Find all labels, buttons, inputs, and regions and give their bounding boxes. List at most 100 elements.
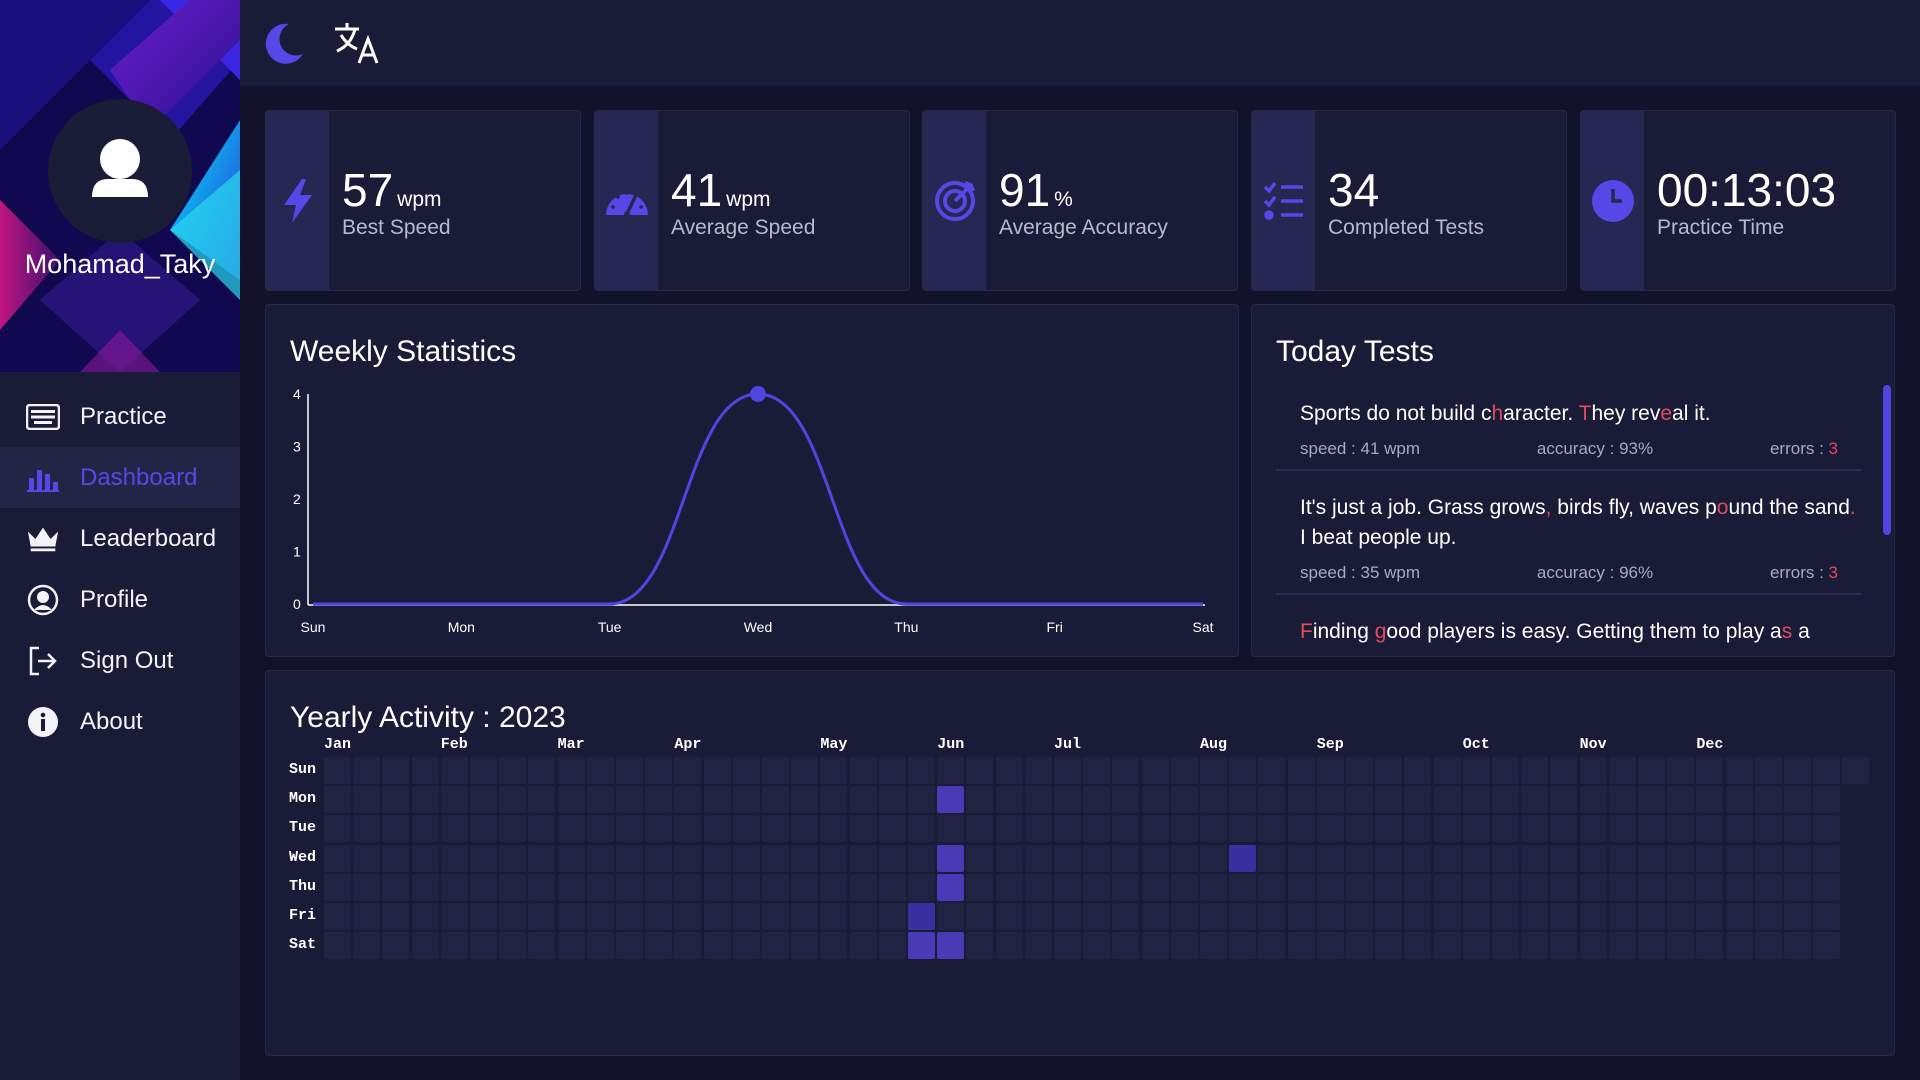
activity-cell[interactable] [324, 932, 351, 960]
activity-cell[interactable] [324, 903, 351, 930]
activity-cell[interactable] [1346, 932, 1373, 960]
activity-cell[interactable] [1462, 786, 1490, 814]
activity-cell[interactable] [557, 786, 585, 814]
activity-cell[interactable] [995, 815, 1023, 843]
activity-cell[interactable] [1200, 903, 1227, 930]
activity-cell[interactable] [586, 757, 614, 784]
activity-cell[interactable] [703, 757, 731, 784]
activity-cell-active[interactable] [937, 844, 965, 872]
activity-cell[interactable] [791, 932, 819, 960]
activity-cell[interactable] [1667, 815, 1695, 843]
activity-cell[interactable] [1696, 873, 1724, 901]
activity-cell[interactable] [470, 815, 497, 843]
activity-cell[interactable] [470, 873, 497, 901]
activity-cell[interactable] [1608, 757, 1636, 784]
nav-item-about[interactable]: About [0, 691, 240, 752]
activity-cell[interactable] [878, 815, 906, 843]
activity-cell-active[interactable] [908, 932, 935, 960]
activity-cell[interactable] [791, 873, 819, 901]
activity-cell[interactable] [995, 757, 1023, 784]
activity-cell[interactable] [1725, 815, 1753, 843]
activity-cell[interactable] [1608, 786, 1636, 814]
activity-cell[interactable] [1054, 873, 1081, 901]
activity-cell[interactable] [1608, 815, 1636, 843]
activity-cell[interactable] [1229, 786, 1257, 814]
activity-cell[interactable] [908, 844, 935, 872]
activity-cell[interactable] [1608, 932, 1636, 960]
activity-cell[interactable] [1258, 903, 1286, 930]
activity-cell[interactable] [586, 903, 614, 930]
activity-cell[interactable] [1725, 873, 1753, 901]
activity-cell[interactable] [791, 786, 819, 814]
activity-cell[interactable] [1492, 757, 1519, 784]
activity-cell[interactable] [995, 844, 1023, 872]
activity-cell[interactable] [1024, 786, 1052, 814]
activity-cell[interactable] [528, 873, 556, 901]
activity-cell[interactable] [1141, 873, 1169, 901]
activity-cell[interactable] [1492, 786, 1519, 814]
activity-cell[interactable] [849, 903, 877, 930]
activity-cell[interactable] [324, 844, 351, 872]
activity-cell[interactable] [878, 932, 906, 960]
activity-cell[interactable] [849, 786, 877, 814]
activity-cell[interactable] [1462, 757, 1490, 784]
activity-cell[interactable] [849, 757, 877, 784]
activity-cell[interactable] [1083, 932, 1111, 960]
activity-cell[interactable] [1170, 903, 1198, 930]
activity-cell[interactable] [1433, 844, 1461, 872]
activity-cell[interactable] [1141, 844, 1169, 872]
activity-cell[interactable] [1696, 932, 1724, 960]
test-list[interactable]: Sports do not build character. They reve… [1276, 377, 1862, 656]
activity-cell[interactable] [1842, 757, 1870, 784]
activity-cell[interactable] [1784, 844, 1811, 872]
activity-cell[interactable] [411, 815, 439, 843]
activity-cell[interactable] [470, 903, 497, 930]
activity-cell[interactable] [616, 757, 643, 784]
activity-cell[interactable] [732, 844, 760, 872]
activity-cell[interactable] [1404, 903, 1432, 930]
activity-cell[interactable] [908, 786, 935, 814]
activity-cell[interactable] [1112, 815, 1140, 843]
activity-cell[interactable] [732, 757, 760, 784]
activity-cell[interactable] [849, 844, 877, 872]
activity-cell[interactable] [440, 903, 468, 930]
activity-cell[interactable] [820, 932, 848, 960]
activity-cell[interactable] [1579, 786, 1607, 814]
activity-cell[interactable] [703, 932, 731, 960]
activity-cell[interactable] [440, 844, 468, 872]
activity-cell[interactable] [1754, 873, 1782, 901]
activity-cell[interactable] [353, 815, 381, 843]
activity-cell[interactable] [1316, 903, 1344, 930]
nav-item-practice[interactable]: Practice [0, 386, 240, 447]
activity-cell[interactable] [995, 786, 1023, 814]
activity-cell[interactable] [1200, 757, 1227, 784]
activity-cell[interactable] [1346, 757, 1373, 784]
activity-cell[interactable] [1112, 786, 1140, 814]
activity-cell[interactable] [440, 815, 468, 843]
activity-cell[interactable] [1258, 932, 1286, 960]
activity-cell[interactable] [1667, 786, 1695, 814]
activity-cell[interactable] [1346, 786, 1373, 814]
activity-cell[interactable] [966, 844, 994, 872]
activity-cell[interactable] [1521, 873, 1549, 901]
activity-cell-active[interactable] [937, 873, 965, 901]
activity-cell[interactable] [1462, 932, 1490, 960]
activity-cell[interactable] [1375, 815, 1403, 843]
moon-icon[interactable] [258, 17, 310, 69]
activity-cell[interactable] [1696, 844, 1724, 872]
activity-cell[interactable] [528, 786, 556, 814]
activity-cell[interactable] [645, 903, 673, 930]
activity-cell[interactable] [411, 873, 439, 901]
activity-cell[interactable] [1433, 786, 1461, 814]
activity-cell[interactable] [1083, 873, 1111, 901]
activity-cell[interactable] [1346, 844, 1373, 872]
activity-cell[interactable] [1462, 815, 1490, 843]
activity-cell[interactable] [1813, 932, 1841, 960]
activity-cell[interactable] [1287, 932, 1315, 960]
activity-cell[interactable] [411, 786, 439, 814]
activity-cell[interactable] [732, 815, 760, 843]
activity-cell[interactable] [674, 815, 702, 843]
activity-cell[interactable] [966, 815, 994, 843]
activity-cell[interactable] [1433, 903, 1461, 930]
activity-cell[interactable] [557, 873, 585, 901]
